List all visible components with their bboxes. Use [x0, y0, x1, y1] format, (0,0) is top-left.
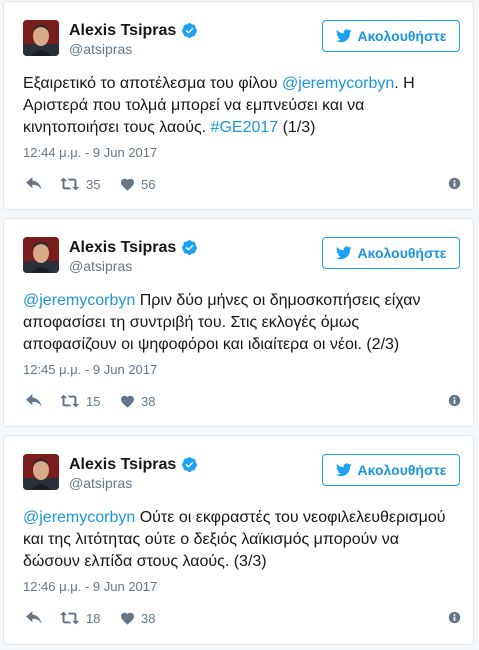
heart-icon	[121, 395, 134, 408]
avatar[interactable]	[23, 237, 59, 273]
tweet-actions: 15 38	[23, 391, 463, 411]
author-handle[interactable]: @atsipras	[69, 258, 132, 275]
author-handle[interactable]: @atsipras	[69, 475, 132, 492]
reply-button[interactable]	[26, 174, 43, 194]
embedded-tweet: Alexis Tsipras @atsipras Ακολουθήστε @je…	[3, 218, 474, 427]
tweet-text: @jeremycorbyn Πριν δύο μήνες οι δημοσκοπ…	[23, 290, 453, 356]
author-name-text[interactable]: Alexis Tsipras	[69, 21, 176, 40]
reply-icon	[26, 394, 42, 407]
tweet-link[interactable]: @jeremycorbyn	[23, 509, 135, 526]
follow-button-label: Ακολουθήστε	[357, 462, 447, 478]
author-name[interactable]: Alexis Tsipras	[69, 238, 198, 257]
retweet-button[interactable]: 15	[60, 391, 100, 411]
heart-icon	[121, 178, 134, 191]
twitter-bird-icon	[335, 29, 352, 43]
follow-button[interactable]: Ακολουθήστε	[322, 454, 460, 486]
tweet-text-segment: (1/3)	[278, 119, 316, 136]
avatar[interactable]	[23, 454, 59, 490]
retweet-icon	[60, 394, 80, 408]
tweet-text-segment: Εξαιρετικό το αποτέλεσμα του φίλου	[23, 75, 282, 92]
verified-badge-icon	[181, 22, 198, 39]
info-icon[interactable]	[448, 394, 461, 410]
like-count: 56	[141, 176, 156, 192]
like-button[interactable]: 56	[120, 174, 155, 194]
like-button[interactable]: 38	[120, 608, 155, 628]
reply-icon	[26, 177, 42, 190]
twitter-bird-icon	[335, 246, 352, 260]
author-name[interactable]: Alexis Tsipras	[69, 21, 198, 40]
twitter-bird-icon	[335, 463, 352, 477]
retweet-count: 15	[86, 393, 101, 409]
reply-button[interactable]	[26, 608, 43, 628]
retweet-button[interactable]: 18	[60, 608, 100, 628]
follow-button-label: Ακολουθήστε	[357, 28, 447, 44]
heart-icon	[121, 612, 134, 625]
retweet-count: 18	[86, 610, 101, 626]
tweet-link[interactable]: #GE2017	[211, 119, 279, 136]
reply-button[interactable]	[26, 391, 43, 411]
tweet-timestamp[interactable]: 12:46 μ.μ. - 9 Jun 2017	[23, 579, 157, 595]
embedded-tweet: Alexis Tsipras @atsipras Ακολουθήστε @je…	[3, 435, 474, 645]
retweet-button[interactable]: 35	[60, 174, 100, 194]
tweet-actions: 18 38	[23, 608, 463, 628]
author-name[interactable]: Alexis Tsipras	[69, 455, 198, 474]
verified-badge-icon	[181, 239, 198, 256]
tweet-timestamp[interactable]: 12:45 μ.μ. - 9 Jun 2017	[23, 362, 157, 378]
author-name-text[interactable]: Alexis Tsipras	[69, 238, 176, 257]
info-icon[interactable]	[448, 177, 461, 193]
reply-icon	[26, 611, 42, 624]
info-icon[interactable]	[448, 611, 461, 627]
tweet-link[interactable]: @jeremycorbyn	[23, 292, 135, 309]
like-count: 38	[141, 393, 156, 409]
follow-button[interactable]: Ακολουθήστε	[322, 20, 460, 52]
tweet-actions: 35 56	[23, 174, 463, 194]
author-name-text[interactable]: Alexis Tsipras	[69, 455, 176, 474]
like-count: 38	[141, 610, 156, 626]
follow-button-label: Ακολουθήστε	[357, 245, 447, 261]
author-handle[interactable]: @atsipras	[69, 41, 132, 58]
follow-button[interactable]: Ακολουθήστε	[322, 237, 460, 269]
tweet-text: @jeremycorbyn Ούτε οι εκφραστές του νεοφ…	[23, 507, 453, 573]
avatar[interactable]	[23, 20, 59, 56]
verified-badge-icon	[181, 456, 198, 473]
embedded-tweet: Alexis Tsipras @atsipras Ακολουθήστε Εξα…	[3, 1, 474, 210]
retweet-count: 35	[86, 176, 101, 192]
like-button[interactable]: 38	[120, 391, 155, 411]
retweet-icon	[60, 177, 80, 191]
retweet-icon	[60, 611, 80, 625]
tweet-link[interactable]: @jeremycorbyn	[282, 75, 394, 92]
tweet-timestamp[interactable]: 12:44 μ.μ. - 9 Jun 2017	[23, 145, 157, 161]
tweet-text: Εξαιρετικό το αποτέλεσμα του φίλου @jere…	[23, 73, 453, 139]
